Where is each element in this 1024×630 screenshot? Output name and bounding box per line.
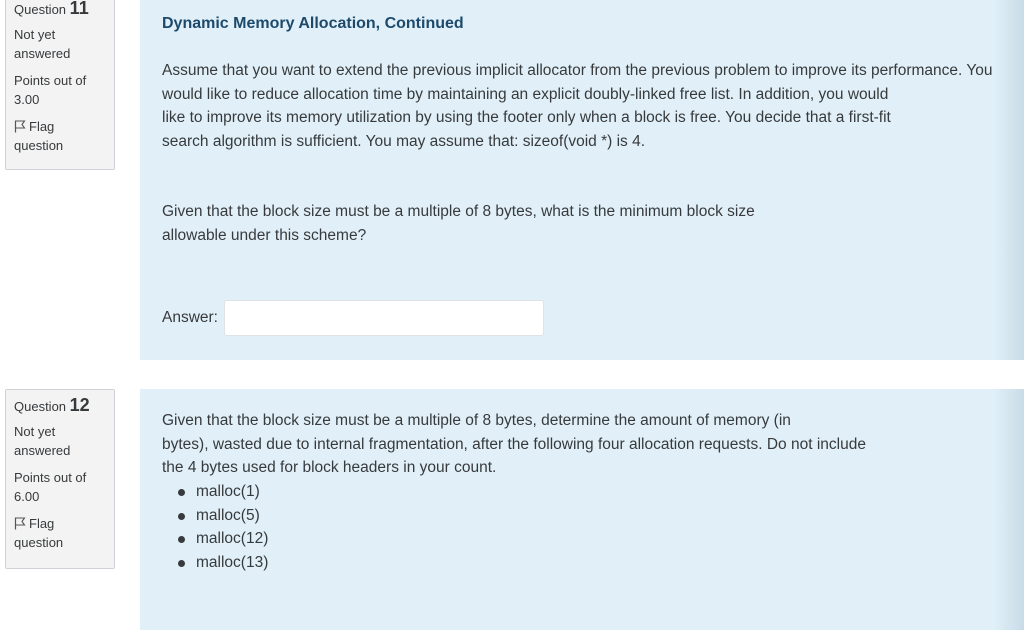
answer-label: Answer: [162,309,218,327]
question-label: Question [14,399,67,414]
answer-row: Answer: [162,300,544,336]
question-info-12: Question 12 Not yet answered Points out … [5,389,115,569]
question-number: Question 12 [14,390,106,416]
flag-label-2[interactable]: question [14,533,106,552]
list-item: malloc(5) [176,504,268,528]
question-grade: Points out of 3.00 [14,71,106,109]
question-number: Question 11 [14,0,106,19]
question-text-paragraph-2: Given that the block size must be a mult… [162,200,755,247]
text-line: would like to reduce allocation time by … [162,85,889,103]
text-line: bytes), wasted due to internal fragmenta… [162,435,866,453]
grade-line-1: Points out of [14,73,87,88]
state-line-2: answered [14,443,71,458]
question-text-paragraph: Given that the block size must be a mult… [162,409,866,480]
flag-label[interactable]: Flag [29,119,54,134]
grade-value: 3.00 [14,92,40,107]
text-line: search algorithm is sufficient. You may … [162,132,646,150]
text-line: Given that the block size must be a mult… [162,412,791,429]
flag-icon [14,120,26,133]
flag-label[interactable]: Flag [29,516,54,531]
question-text-paragraph-1: Assume that you want to extend the previ… [162,59,1024,153]
question-number-value: 12 [69,395,90,415]
question-info-11: Question 11 Not yet answered Points out … [5,0,115,170]
flag-question-link[interactable]: Flag question [14,117,106,161]
state-line-1: Not yet [14,424,56,439]
list-item: malloc(13) [176,551,268,575]
list-item: malloc(1) [176,480,268,504]
flag-label-2[interactable]: question [14,136,106,155]
text-line: the 4 bytes used for block headers in yo… [162,459,497,476]
state-line-2: answered [14,46,71,61]
text-line: Given that the block size must be a mult… [162,203,755,220]
grade-value: 6.00 [14,489,40,504]
question-state: Not yet answered [14,422,106,460]
text-line: Assume that you want to extend the previ… [162,62,993,79]
allocation-request-list: malloc(1) malloc(5) malloc(12) malloc(13… [162,480,268,574]
question-grade: Points out of 6.00 [14,468,106,506]
question-label: Question [14,2,67,17]
text-line: allowable under this scheme? [162,226,367,244]
state-line-1: Not yet [14,27,56,42]
flag-question-link[interactable]: Flag question [14,514,106,558]
list-item: malloc(12) [176,527,268,551]
question-state: Not yet answered [14,25,106,63]
grade-line-1: Points out of [14,470,87,485]
question-content-11: Dynamic Memory Allocation, Continued Ass… [140,0,1024,360]
question-number-value: 11 [69,0,89,18]
question-title: Dynamic Memory Allocation, Continued [162,15,464,32]
question-content-12: Given that the block size must be a mult… [140,389,1024,630]
answer-input[interactable] [224,300,544,336]
text-line: like to improve its memory utilization b… [162,109,891,126]
flag-icon [14,517,26,530]
